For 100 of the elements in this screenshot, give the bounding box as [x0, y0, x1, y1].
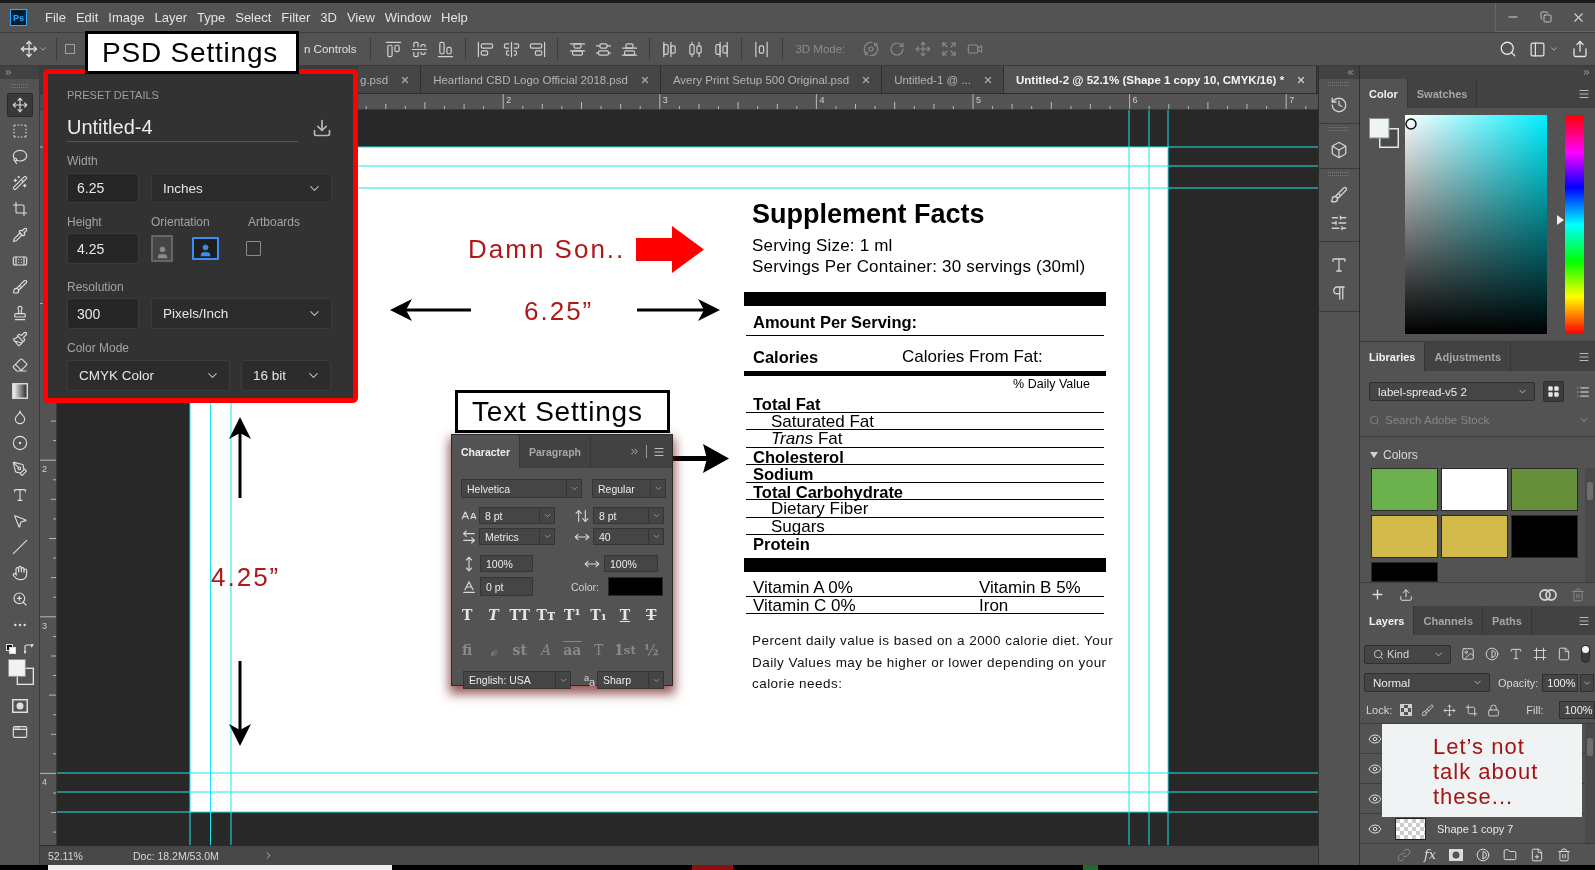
menu-item[interactable]: Edit [70, 10, 104, 25]
style-button[interactable]: T [611, 605, 639, 625]
grip-icon[interactable] [10, 84, 29, 88]
scrollbar[interactable] [1585, 724, 1595, 843]
blend-mode-dropdown[interactable]: Normal [1364, 673, 1490, 692]
default-colors-icon[interactable] [5, 644, 16, 654]
eye-icon[interactable] [1368, 761, 1382, 776]
distribute-center-icon[interactable] [687, 40, 705, 58]
style-button[interactable]: TT [506, 605, 533, 625]
font-style-dropdown[interactable]: Regular [592, 479, 666, 498]
color-mode-dropdown[interactable]: CMYK Color [67, 360, 230, 391]
hue-slider[interactable] [1556, 115, 1584, 334]
swap-icon[interactable] [23, 644, 34, 654]
contrast-icon[interactable] [1485, 647, 1499, 661]
grip-icon[interactable] [1328, 172, 1350, 176]
panel-tab[interactable]: Color [1360, 79, 1408, 108]
download-icon[interactable] [312, 118, 332, 138]
tracking-field[interactable]: 40 [593, 528, 664, 545]
close-icon[interactable] [1296, 74, 1307, 85]
color-field[interactable] [1405, 115, 1547, 334]
scrollbar-thumb[interactable] [1587, 738, 1593, 756]
eye-icon[interactable] [1368, 731, 1382, 746]
artboards-checkbox[interactable] [246, 241, 261, 256]
double-chevron-icon[interactable] [4, 68, 13, 77]
move-icon[interactable] [1443, 703, 1457, 717]
type-icon[interactable] [1509, 647, 1523, 661]
antialias-dropdown[interactable]: Sharp [597, 671, 664, 689]
fill-field[interactable]: 100% [1559, 701, 1595, 719]
width-field[interactable]: 6.25 [67, 173, 139, 203]
distribute-left-icon[interactable] [661, 40, 679, 58]
image-icon[interactable] [1461, 647, 1475, 661]
font-family-dropdown[interactable]: Helvetica [461, 479, 582, 498]
menu-item[interactable]: Help [436, 10, 473, 25]
panel-tab[interactable]: Swatches [1407, 79, 1478, 108]
panel-tab[interactable]: Channels [1414, 606, 1483, 635]
close-icon[interactable] [861, 74, 872, 85]
double-chevron-icon[interactable] [1582, 68, 1591, 77]
pilcrow-icon[interactable] [1330, 284, 1348, 302]
trash-icon[interactable] [1557, 847, 1572, 862]
color-swatch[interactable] [1371, 562, 1438, 582]
menu-item[interactable]: Select [230, 10, 277, 25]
close-icon[interactable] [639, 74, 650, 85]
close-icon[interactable] [400, 74, 411, 85]
menu-item[interactable]: Filter [276, 10, 316, 25]
color-swatches-icon[interactable] [7, 659, 34, 685]
rings-icon[interactable] [1539, 588, 1557, 601]
style-button[interactable]: Tᴛ [532, 605, 560, 625]
unit-dropdown[interactable]: Pixels/Inch [151, 298, 332, 329]
caret-icon[interactable] [1549, 44, 1559, 54]
style-button[interactable]: T₁ [585, 605, 612, 625]
double-chevron-icon[interactable] [629, 446, 640, 457]
unit-dropdown[interactable]: Inches [151, 173, 332, 203]
mask-icon[interactable] [1449, 848, 1464, 861]
fx-button[interactable]: fx [1424, 847, 1437, 862]
align-bottom-icon[interactable] [437, 40, 455, 58]
distribute-bottom-icon[interactable] [621, 40, 639, 58]
move-icon[interactable] [20, 40, 38, 58]
menu-icon[interactable] [1578, 87, 1590, 100]
panel-icon[interactable] [1529, 40, 1546, 58]
menu-item[interactable]: Window [379, 10, 437, 25]
tool-button[interactable] [6, 93, 33, 117]
menu-item[interactable]: 3D [315, 10, 342, 25]
frame-icon[interactable] [1533, 647, 1547, 661]
language-dropdown[interactable]: English: USA [463, 671, 571, 689]
height-field[interactable]: 4.25 [67, 233, 139, 264]
close-icon[interactable] [983, 74, 993, 85]
eye-icon[interactable] [1368, 791, 1382, 806]
brush-icon[interactable] [1421, 703, 1435, 717]
menu-item[interactable]: Type [192, 10, 231, 25]
baseline-shift-field[interactable]: 0 pt [480, 577, 533, 596]
cube-icon[interactable] [1330, 141, 1348, 159]
orientation-button[interactable] [151, 235, 173, 262]
option-label[interactable]: n Controls [304, 43, 357, 55]
menu-item[interactable]: File [40, 10, 71, 25]
scrollbar-thumb[interactable] [1587, 482, 1593, 500]
plus-icon[interactable] [1370, 587, 1385, 602]
document-tab[interactable]: g.psd [358, 66, 422, 93]
crop-icon[interactable] [1465, 703, 1479, 717]
menu-icon[interactable] [1578, 350, 1590, 363]
document-tab[interactable]: Heartland CBD Logo Official 2018.psd [421, 66, 661, 93]
style-button[interactable]: T [480, 605, 507, 625]
distribute-spacing-icon[interactable] [753, 40, 771, 58]
folder-icon[interactable] [1503, 847, 1518, 862]
search-icon[interactable] [1499, 40, 1517, 58]
style-button[interactable]: T [454, 605, 481, 625]
align-top-icon[interactable] [385, 40, 403, 58]
horizontal-scale-field[interactable]: 100% [604, 555, 658, 572]
panel-tab[interactable]: Libraries [1360, 342, 1426, 371]
distribute-top-icon[interactable] [569, 40, 587, 58]
color-swatch[interactable] [1371, 468, 1438, 511]
color-swatch[interactable] [1511, 468, 1578, 511]
layer-name[interactable]: Shape 1 copy 7 [1437, 822, 1514, 835]
sliders-icon[interactable] [1330, 214, 1348, 232]
history-icon[interactable] [1330, 96, 1348, 114]
eye-icon[interactable] [1368, 821, 1382, 836]
panel-tab[interactable]: Paragraph [520, 435, 591, 468]
panel-tab[interactable]: Paths [1483, 606, 1532, 635]
align-center-icon[interactable] [503, 40, 521, 58]
checkerboard-icon[interactable] [1400, 704, 1413, 716]
grip-icon[interactable] [1328, 82, 1350, 86]
